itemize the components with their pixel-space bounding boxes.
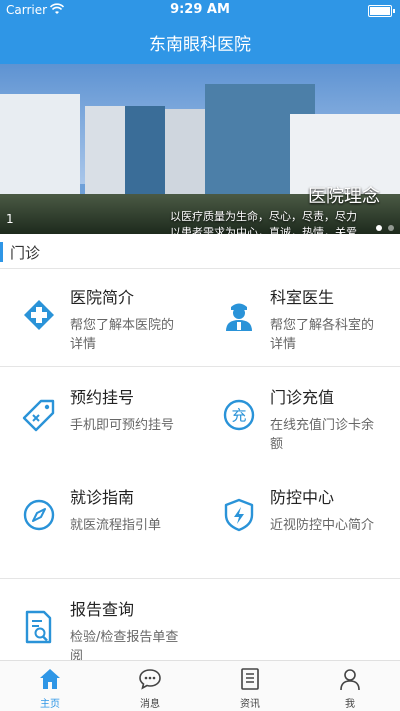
service-desc: 帮您了解各科室的详情 bbox=[270, 318, 375, 352]
doctor-icon bbox=[226, 303, 252, 331]
service-guide[interactable]: 就诊指南 就医流程指引单 bbox=[0, 468, 200, 568]
service-recharge[interactable]: 充 门诊充值 在线充值门诊卡余额 bbox=[200, 368, 400, 468]
tab-news[interactable]: 资讯 bbox=[200, 661, 300, 711]
hospital-cross-icon bbox=[24, 300, 54, 330]
banner-headline: 医院理念 bbox=[308, 186, 380, 207]
service-desc: 帮您了解本医院的详情 bbox=[70, 318, 175, 352]
tab-messages[interactable]: 消息 bbox=[100, 661, 200, 711]
carousel-dot[interactable] bbox=[388, 225, 394, 231]
service-appointment[interactable]: 预约挂号 手机即可预约挂号 bbox=[0, 368, 200, 468]
shield-bolt-icon bbox=[224, 498, 254, 532]
carousel-dots[interactable] bbox=[370, 216, 394, 234]
recharge-icon: 充 bbox=[223, 399, 255, 431]
section-header: 门诊 bbox=[0, 238, 400, 266]
tag-icon bbox=[22, 399, 55, 432]
divider bbox=[0, 578, 400, 579]
section-title: 门诊 bbox=[10, 244, 41, 262]
service-desc: 近视防控中心简介 bbox=[270, 518, 375, 533]
service-name: 预约挂号 bbox=[70, 388, 135, 407]
report-search-icon bbox=[25, 610, 52, 644]
service-hospital-intro[interactable]: 医院简介 帮您了解本医院的详情 bbox=[0, 268, 200, 368]
banner-carousel[interactable]: 医院理念 以医疗质量为生命，尽心，尽责，尽力 以患者需求为中心，真诚，热情，关爱… bbox=[0, 64, 400, 234]
tab-home[interactable]: 主页 bbox=[0, 661, 100, 711]
message-icon bbox=[139, 669, 161, 690]
banner-index: 1 bbox=[6, 212, 14, 226]
news-icon bbox=[241, 668, 259, 690]
banner-line-1: 以医疗质量为生命，尽心，尽责，尽力 bbox=[170, 210, 357, 223]
banner-building bbox=[0, 94, 80, 204]
service-department-doctors[interactable]: 科室医生 帮您了解各科室的详情 bbox=[200, 268, 400, 368]
banner-building bbox=[165, 109, 205, 201]
tab-label: 我 bbox=[345, 699, 355, 710]
home-icon bbox=[40, 669, 60, 689]
service-name: 就诊指南 bbox=[70, 488, 135, 507]
service-name: 防控中心 bbox=[270, 488, 335, 507]
service-desc: 就医流程指引单 bbox=[70, 518, 162, 533]
service-name: 科室医生 bbox=[270, 288, 335, 307]
battery-icon bbox=[368, 5, 395, 17]
service-name: 报告查询 bbox=[70, 600, 135, 619]
svg-text:充: 充 bbox=[231, 407, 246, 425]
carousel-dot[interactable] bbox=[376, 225, 382, 231]
tab-bar: 主页 消息 资讯 我 bbox=[0, 660, 400, 711]
page-title: 东南眼科医院 bbox=[149, 35, 251, 55]
service-desc: 手机即可预约挂号 bbox=[70, 418, 175, 433]
status-bar: Carrier 9:29 AM bbox=[0, 0, 400, 20]
divider bbox=[0, 366, 400, 367]
nav-bar: 东南眼科医院 bbox=[0, 20, 400, 64]
tab-label: 主页 bbox=[40, 699, 60, 710]
banner-building bbox=[125, 106, 165, 206]
service-desc: 在线充值门诊卡余额 bbox=[270, 418, 375, 452]
user-icon bbox=[340, 669, 360, 691]
section-accent-bar bbox=[0, 242, 3, 262]
clock: 9:29 AM bbox=[170, 2, 230, 17]
service-name: 医院简介 bbox=[70, 288, 135, 307]
service-name: 门诊充值 bbox=[270, 388, 335, 407]
tab-me[interactable]: 我 bbox=[300, 661, 400, 711]
service-prevention-center[interactable]: 防控中心 近视防控中心简介 bbox=[200, 468, 400, 568]
tab-label: 资讯 bbox=[240, 699, 260, 710]
compass-icon bbox=[23, 499, 55, 531]
banner-line-2: 以患者需求为中心，真诚，热情，关爱 bbox=[170, 226, 357, 234]
tab-label: 消息 bbox=[140, 699, 160, 710]
